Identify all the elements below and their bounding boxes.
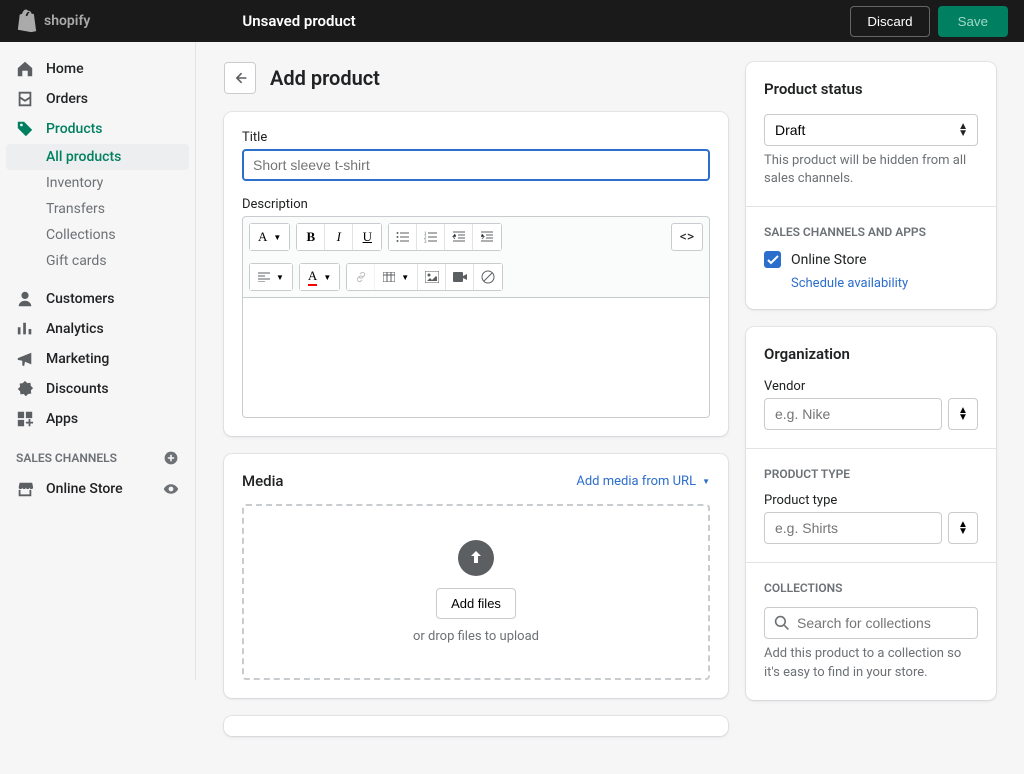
image-icon xyxy=(425,271,439,283)
analytics-icon xyxy=(16,320,34,338)
title-input[interactable] xyxy=(242,149,710,181)
add-channel-button[interactable] xyxy=(163,450,179,466)
online-store-label: Online Store xyxy=(791,252,867,268)
rte-color-button[interactable]: A▼ xyxy=(300,264,339,290)
nav-analytics[interactable]: Analytics xyxy=(0,314,195,344)
drop-text: or drop files to upload xyxy=(278,629,674,644)
rte-video-button[interactable] xyxy=(446,264,474,290)
rte-clear-button[interactable] xyxy=(474,264,502,290)
product-type-heading: PRODUCT TYPE xyxy=(764,467,978,481)
nav-discounts[interactable]: Discounts xyxy=(0,374,195,404)
rte-italic-button[interactable]: I xyxy=(325,224,353,250)
align-icon xyxy=(258,272,270,282)
nav-inventory[interactable]: Inventory xyxy=(0,170,195,196)
list-ol-icon: 123 xyxy=(424,230,438,244)
nav-transfers[interactable]: Transfers xyxy=(0,196,195,222)
schedule-link[interactable]: Schedule availability xyxy=(791,276,978,291)
customers-icon xyxy=(16,290,34,308)
nav-orders[interactable]: Orders xyxy=(0,84,195,114)
video-icon xyxy=(453,272,467,282)
home-icon xyxy=(16,60,34,78)
collections-heading: COLLECTIONS xyxy=(764,581,978,595)
clear-icon xyxy=(481,270,495,284)
check-icon xyxy=(767,255,779,265)
media-dropzone[interactable]: Add files or drop files to upload xyxy=(242,504,710,680)
svg-text:3: 3 xyxy=(424,240,427,244)
media-url-link[interactable]: Add media from URL▼ xyxy=(576,474,710,489)
channels-heading: SALES CHANNELS AND APPS xyxy=(764,225,978,239)
rte-image-button[interactable] xyxy=(418,264,446,290)
rte-toolbar: A▼ B I U 123 <> ▼ xyxy=(242,216,710,298)
nav-online-store[interactable]: Online Store xyxy=(0,474,195,504)
rte-underline-button[interactable]: U xyxy=(353,224,381,250)
vendor-input[interactable] xyxy=(764,398,942,430)
nav-home[interactable]: Home xyxy=(0,54,195,84)
type-dropdown-button[interactable]: ▲▼ xyxy=(948,512,978,544)
discard-button[interactable]: Discard xyxy=(850,6,929,37)
rte-outdent-button[interactable] xyxy=(445,224,473,250)
products-icon xyxy=(16,120,34,138)
shopify-icon xyxy=(16,9,38,33)
rte-indent-button[interactable] xyxy=(473,224,501,250)
search-icon xyxy=(774,615,790,631)
upload-icon xyxy=(458,540,494,576)
vendor-dropdown-button[interactable]: ▲▼ xyxy=(948,398,978,430)
list-ul-icon xyxy=(396,230,410,244)
orders-icon xyxy=(16,90,34,108)
nav-marketing[interactable]: Marketing xyxy=(0,344,195,374)
description-textarea[interactable] xyxy=(242,298,710,418)
nav-apps[interactable]: Apps xyxy=(0,404,195,434)
apps-icon xyxy=(16,410,34,428)
rte-ol-button[interactable]: 123 xyxy=(417,224,445,250)
rte-bold-button[interactable]: B xyxy=(297,224,325,250)
collections-search[interactable] xyxy=(764,607,978,639)
store-icon xyxy=(16,480,34,498)
rte-code-button[interactable]: <> xyxy=(671,223,703,251)
organization-title: Organization xyxy=(764,345,978,363)
view-store-icon[interactable] xyxy=(163,481,179,497)
indent-icon xyxy=(480,230,494,244)
header-title: Unsaved product xyxy=(242,12,355,30)
sidebar: Home Orders Products All products Invent… xyxy=(0,42,196,680)
brand-name: shopify xyxy=(44,13,90,29)
discounts-icon xyxy=(16,380,34,398)
nav-all-products[interactable]: All products xyxy=(6,144,189,170)
description-label: Description xyxy=(242,197,710,212)
rte-ul-button[interactable] xyxy=(389,224,417,250)
link-icon xyxy=(354,270,368,284)
marketing-icon xyxy=(16,350,34,368)
rte-table-button[interactable]: ▼ xyxy=(375,264,418,290)
status-help: This product will be hidden from all sal… xyxy=(764,152,978,188)
sales-channels-heading: SALES CHANNELS xyxy=(0,434,195,474)
status-select[interactable]: Draft xyxy=(764,114,978,146)
back-button[interactable] xyxy=(224,62,256,94)
rte-align-button[interactable]: ▼ xyxy=(250,264,292,290)
nav-gift-cards[interactable]: Gift cards xyxy=(0,248,195,274)
table-icon xyxy=(383,272,395,282)
page-title: Add product xyxy=(270,66,380,90)
outdent-icon xyxy=(452,230,466,244)
title-label: Title xyxy=(242,130,710,145)
vendor-label: Vendor xyxy=(764,379,978,394)
rte-link-button[interactable] xyxy=(347,264,375,290)
media-title: Media xyxy=(242,472,284,490)
arrow-left-icon xyxy=(232,70,248,86)
nav-collections[interactable]: Collections xyxy=(0,222,195,248)
add-files-button[interactable]: Add files xyxy=(436,588,516,619)
product-type-input[interactable] xyxy=(764,512,942,544)
brand-logo[interactable]: shopify xyxy=(16,9,90,33)
product-status-title: Product status xyxy=(764,80,978,98)
save-button[interactable]: Save xyxy=(938,6,1008,37)
nav-products[interactable]: Products xyxy=(0,114,195,144)
collections-help: Add this product to a collection so it's… xyxy=(764,645,978,681)
nav-customers[interactable]: Customers xyxy=(0,284,195,314)
product-type-label: Product type xyxy=(764,493,978,508)
online-store-checkbox[interactable] xyxy=(764,251,781,268)
rte-font-button[interactable]: A▼ xyxy=(250,224,289,250)
